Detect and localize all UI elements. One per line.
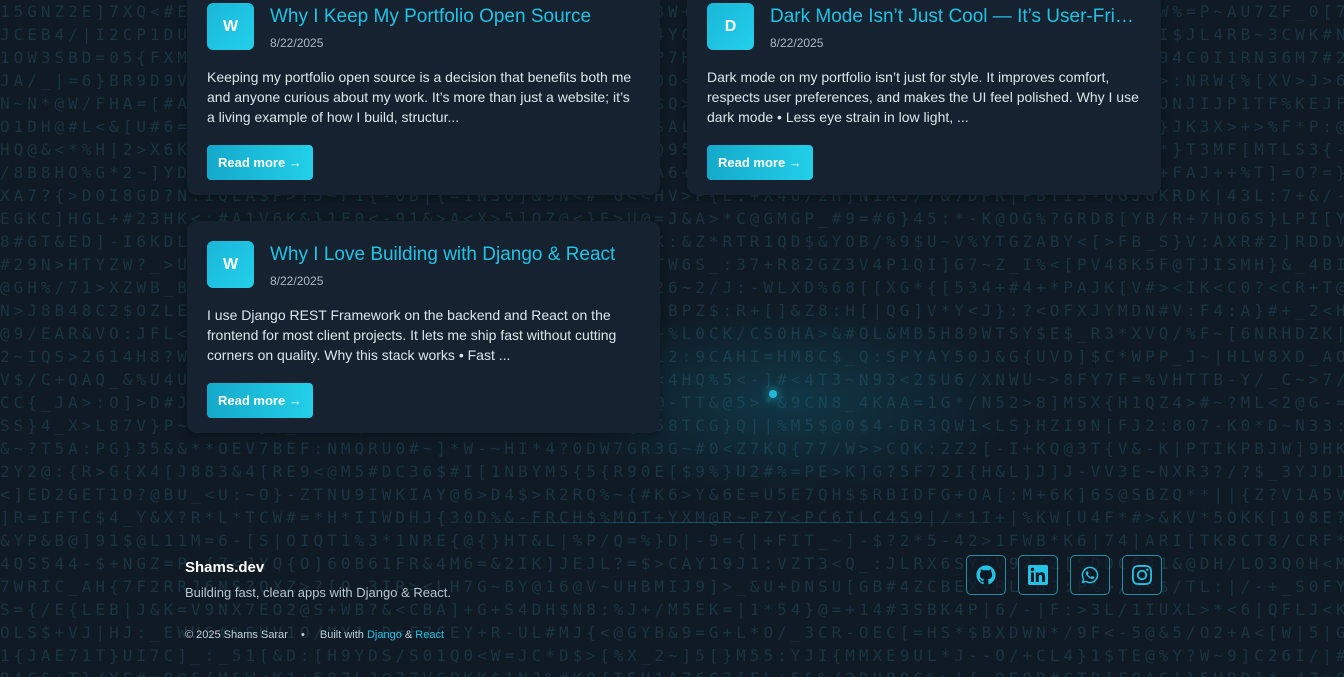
post-date: 8/22/2025	[270, 36, 324, 50]
blog-card: D Dark Mode Isn’t Just Cool — It’s User-…	[687, 0, 1161, 195]
footer-divider	[430, 522, 1030, 523]
post-title[interactable]: Why I Love Building with Django & React	[270, 244, 615, 266]
instagram-link[interactable]	[1122, 555, 1162, 595]
django-link[interactable]: Django	[367, 629, 402, 641]
footer-tagline: Building fast, clean apps with Django & …	[185, 585, 451, 600]
post-excerpt: Keeping my portfolio open source is a de…	[207, 69, 632, 125]
social-links	[966, 555, 1162, 595]
read-more-button[interactable]: Read more →	[207, 383, 313, 418]
instagram-icon	[1132, 565, 1152, 585]
ampersand: &	[404, 629, 413, 641]
blog-card: W Why I Love Building with Django & Reac…	[187, 221, 660, 433]
copyright-text: © 2025 Shams Sarar	[185, 629, 288, 641]
whatsapp-link[interactable]	[1070, 555, 1110, 595]
read-more-button[interactable]: Read more →	[707, 145, 813, 180]
footer-brand[interactable]: Shams.dev	[185, 559, 264, 576]
linkedin-icon	[1028, 565, 1048, 585]
author-avatar: W	[207, 241, 254, 288]
post-date: 8/22/2025	[270, 274, 324, 288]
post-excerpt: Dark mode on my portfolio isn’t just for…	[707, 69, 1139, 125]
footer-copyright: © 2025 Shams Sarar • Built with Django &…	[185, 629, 444, 641]
github-icon	[976, 565, 996, 585]
author-avatar: D	[707, 3, 754, 50]
built-with-label: Built with	[319, 629, 364, 641]
whatsapp-icon	[1081, 566, 1099, 584]
post-date: 8/22/2025	[770, 36, 824, 50]
post-title[interactable]: Dark Mode Isn’t Just Cool — It’s User-Fr…	[770, 6, 1140, 28]
blog-card: W Why I Keep My Portfolio Open Source 8/…	[187, 0, 660, 195]
post-excerpt: I use Django REST Framework on the backe…	[207, 307, 617, 363]
github-link[interactable]	[966, 555, 1006, 595]
post-title[interactable]: Why I Keep My Portfolio Open Source	[270, 6, 591, 28]
separator: •	[300, 629, 305, 641]
react-link[interactable]: React	[415, 629, 444, 641]
author-avatar: W	[207, 3, 254, 50]
read-more-button[interactable]: Read more →	[207, 145, 313, 180]
linkedin-link[interactable]	[1018, 555, 1058, 595]
glow-dot	[769, 390, 777, 398]
